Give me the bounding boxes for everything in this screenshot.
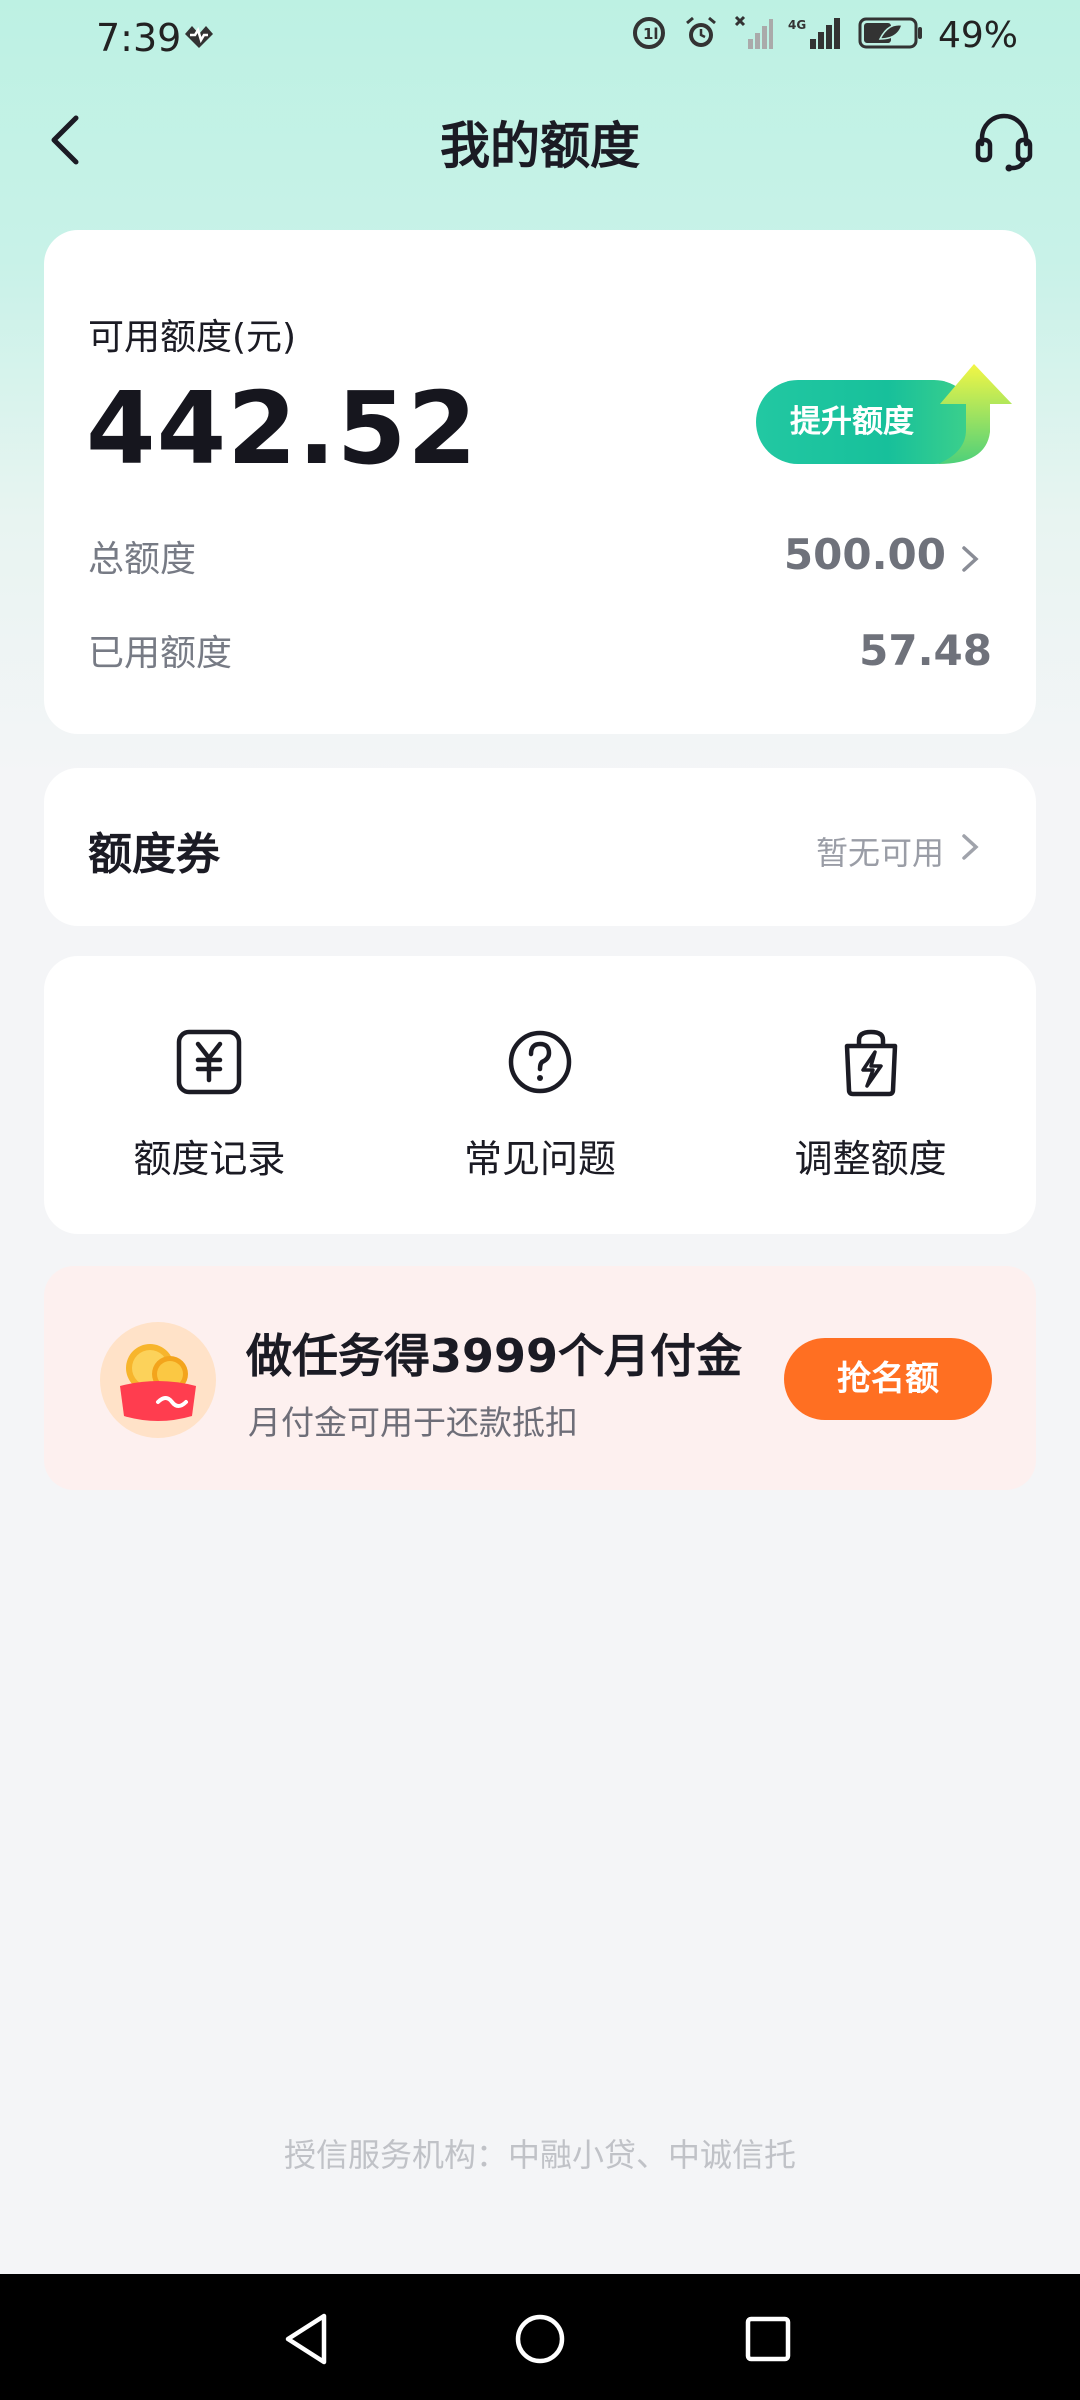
status-bar: 7:39 1l 4G 49% [0, 0, 1080, 80]
circle-home-icon [515, 2314, 565, 2364]
used-quota-label: 已用额度 [88, 633, 233, 674]
chevron-right-icon [962, 834, 979, 860]
total-quota-label: 总额度 [88, 539, 197, 580]
available-quota-label: 可用额度(元) [88, 317, 297, 358]
promo-banner[interactable]: 做任务得3999个月付金 月付金可用于还款抵扣 抢名额 [44, 1266, 1036, 1490]
raise-quota-label: 提升额度 [790, 404, 914, 440]
action-faq[interactable]: 常见问题 [375, 956, 706, 1234]
action-label: 常见问题 [464, 1137, 617, 1181]
quota-card: 可用额度(元) 442.52 提升额度 总额度 500.00 已用额度 57.4… [44, 230, 1036, 734]
promo-title: 做任务得3999个月付金 [246, 1329, 743, 1383]
question-circle-icon [508, 1030, 572, 1094]
customer-service-button[interactable] [972, 108, 1036, 172]
system-nav-bar [0, 2274, 1080, 2400]
quota-coupon-status: 暂无可用 [815, 834, 944, 872]
square-recents-icon [745, 2316, 791, 2362]
status-icons: 1l 4G 49% [630, 14, 1018, 56]
nav-back-button[interactable] [272, 2304, 342, 2374]
nav-home-button[interactable] [505, 2304, 575, 2374]
action-adjust-quota[interactable]: 调整额度 [705, 956, 1036, 1234]
action-label: 额度记录 [133, 1137, 286, 1181]
lightning-bag-icon [844, 1029, 897, 1097]
action-label: 调整额度 [794, 1137, 947, 1181]
raise-quota-button[interactable]: 提升额度 [756, 364, 1016, 470]
quota-coupon-title: 额度券 [88, 829, 220, 880]
heart-monitor-icon [182, 22, 216, 54]
svg-text:4G: 4G [788, 18, 806, 32]
triangle-back-icon [285, 2313, 327, 2365]
coin-wallet-icon [100, 1322, 216, 1438]
available-quota-amount: 442.52 [86, 370, 478, 487]
credit-institution-footer: 授信服务机构：中融小贷、中诚信托 [283, 2136, 796, 2174]
signal-icon: 4G [788, 15, 844, 55]
battery-percent: 49% [937, 14, 1018, 56]
chevron-right-icon[interactable] [958, 542, 982, 576]
quick-actions-card: 额度记录 常见问题 调整额度 [44, 956, 1036, 1234]
page-header: 我的额度 [0, 92, 1080, 188]
alarm-icon [682, 14, 720, 56]
yuan-receipt-icon [177, 1029, 242, 1095]
total-quota-value[interactable]: 500.00 [784, 530, 946, 579]
nav-recents-button[interactable] [733, 2304, 803, 2374]
action-quota-record[interactable]: 额度记录 [44, 956, 375, 1234]
status-time: 7:39 [96, 16, 182, 60]
page-title: 我的额度 [440, 117, 640, 175]
battery-icon [858, 15, 924, 55]
data-saver-icon: 1l [630, 14, 668, 56]
used-quota-value: 57.48 [859, 626, 992, 675]
no-signal-icon [734, 15, 774, 55]
headset-icon [975, 113, 1033, 172]
quota-coupon-card[interactable]: 额度券 暂无可用 [44, 768, 1036, 926]
promo-subtitle: 月付金可用于还款抵扣 [248, 1403, 578, 1442]
grab-slot-button[interactable]: 抢名额 [784, 1338, 992, 1420]
svg-text:1l: 1l [643, 25, 659, 43]
